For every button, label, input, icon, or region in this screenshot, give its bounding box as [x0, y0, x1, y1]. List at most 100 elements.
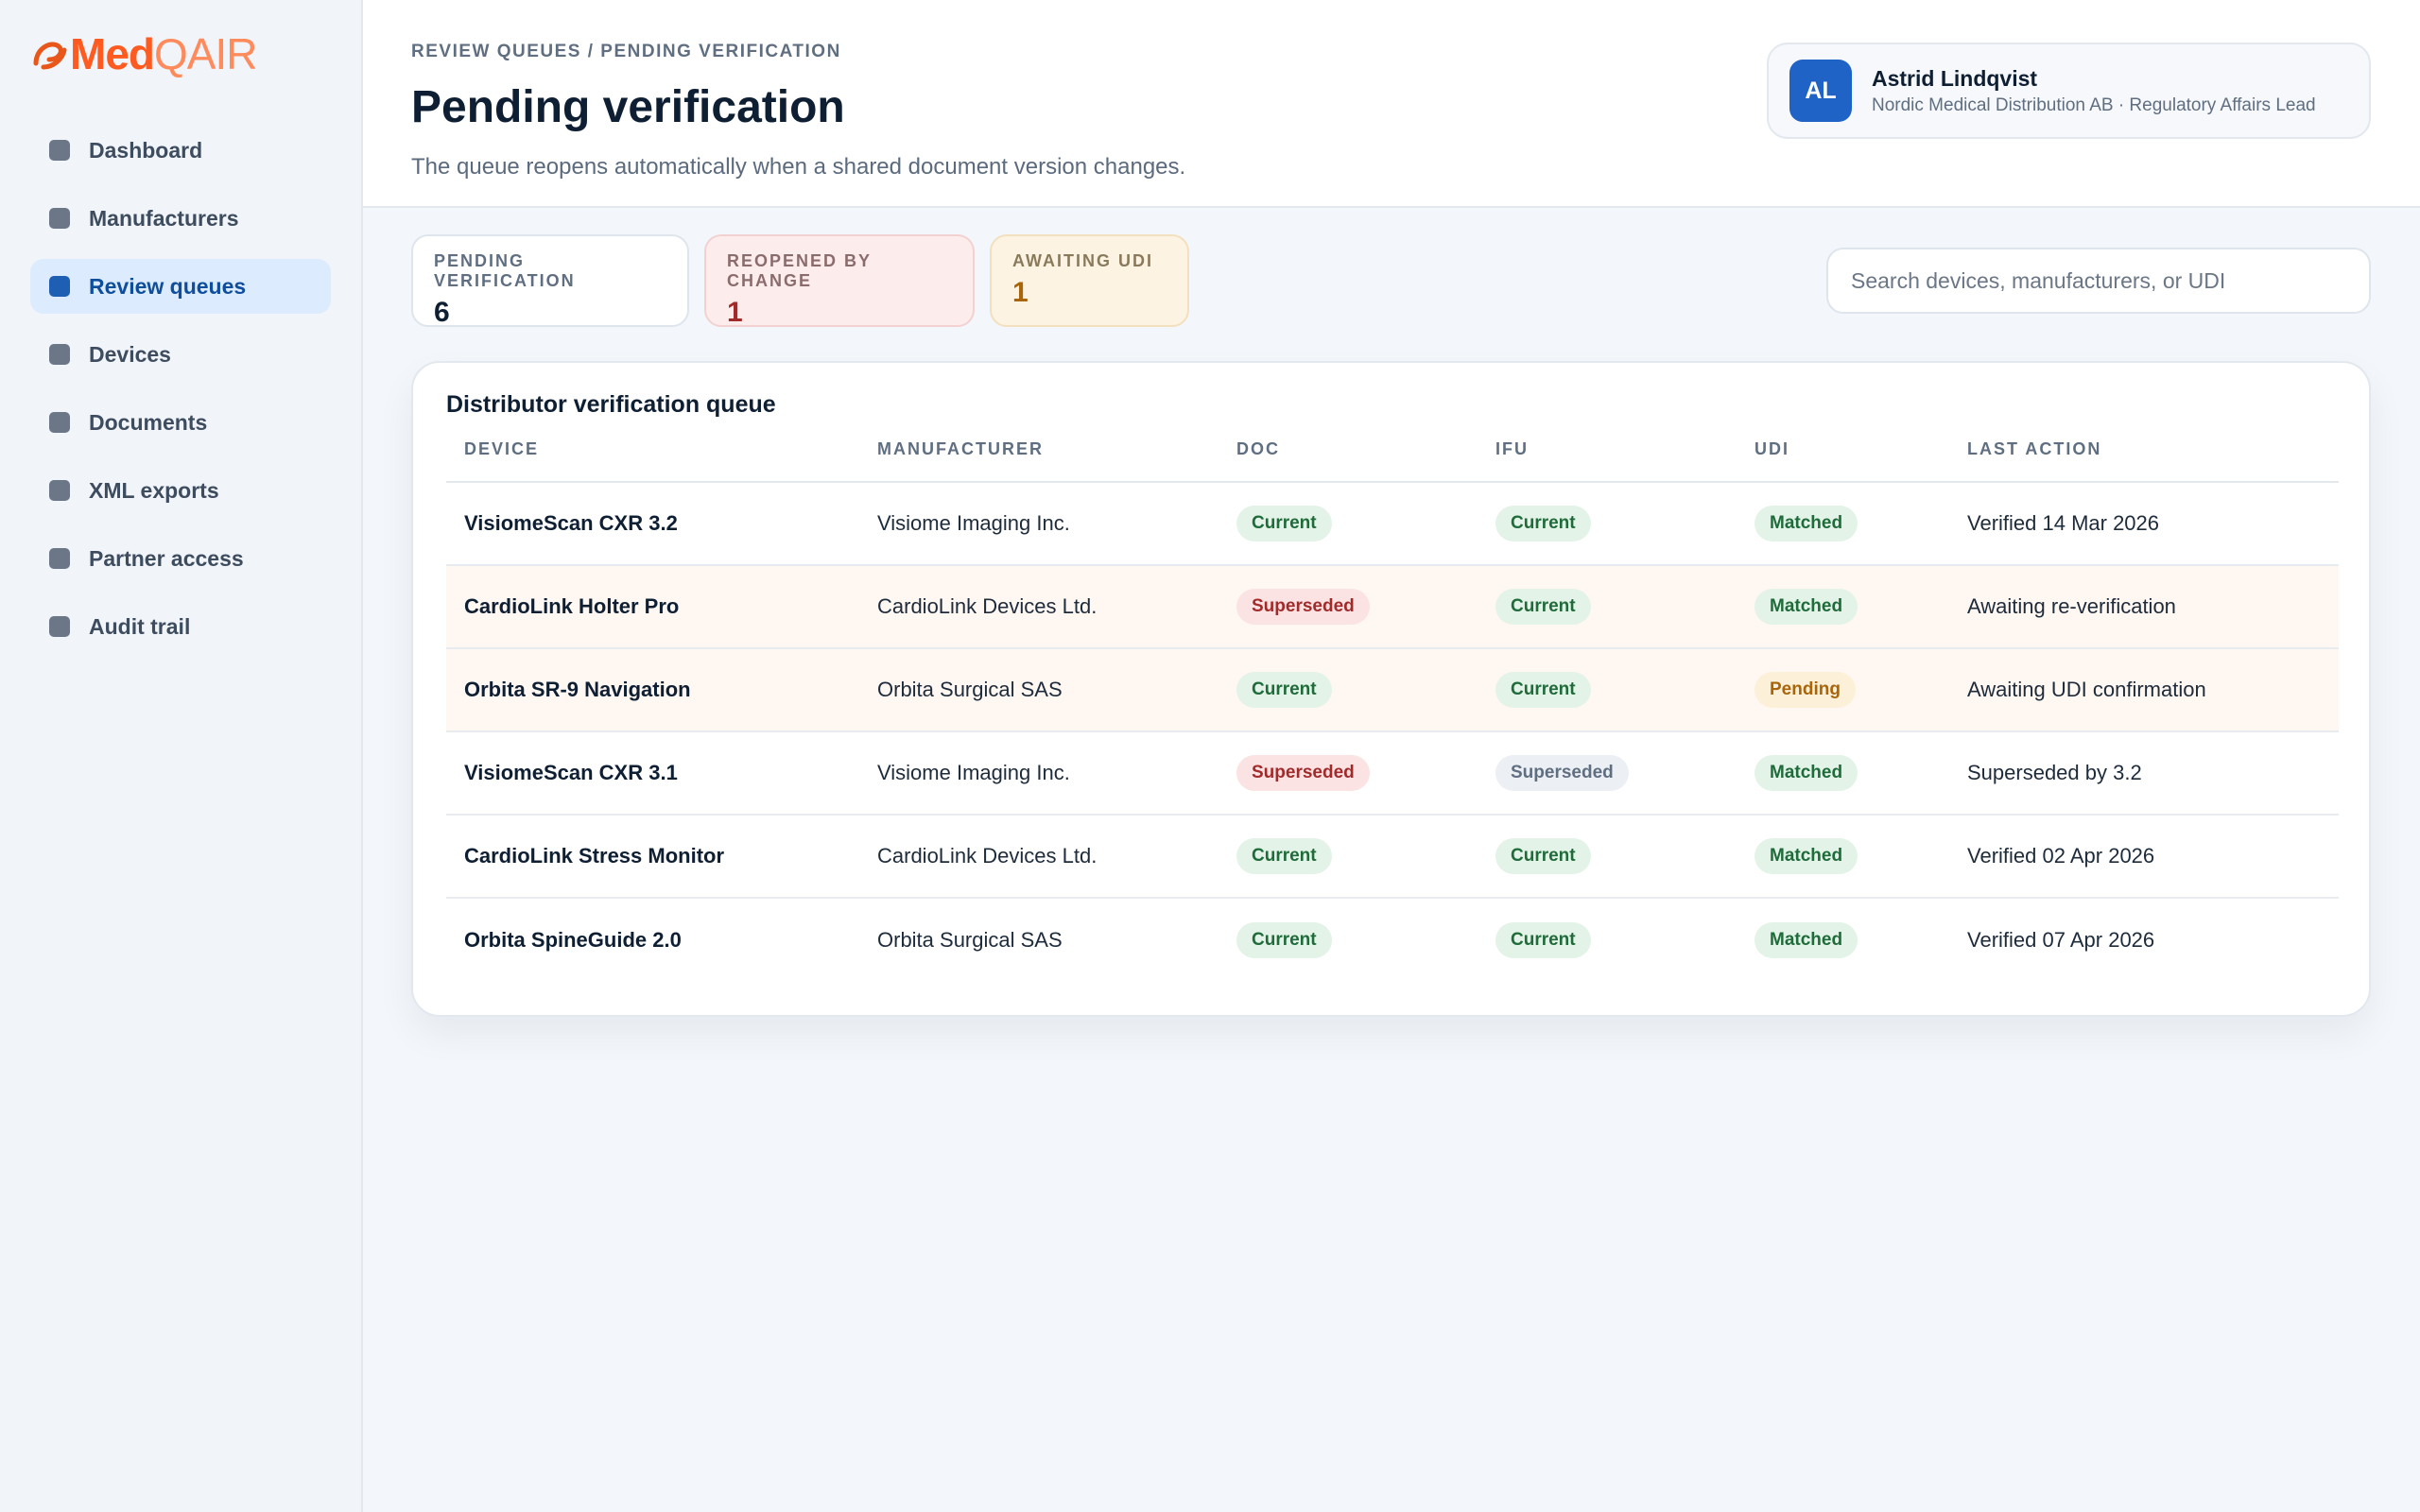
- doc-cell: Current: [1219, 898, 1478, 981]
- doc-cell: Current: [1219, 648, 1478, 732]
- user-name: Astrid Lindqvist: [1872, 65, 2038, 91]
- sidebar-item-label: Manufacturers: [89, 205, 239, 231]
- udi-status-badge: Matched: [1754, 506, 1858, 541]
- doc-status-badge: Superseded: [1236, 589, 1370, 625]
- last-action-cell: Verified 14 Mar 2026: [1949, 482, 2339, 566]
- udi-cell: Matched: [1737, 731, 1949, 816]
- ifu-status-badge: Current: [1495, 506, 1591, 541]
- ifu-cell: Current: [1478, 815, 1737, 899]
- ifu-status-badge: Superseded: [1495, 755, 1629, 791]
- content-area: PENDING VERIFICATION 6 REOPENED BY CHANG…: [363, 208, 2420, 1017]
- stat-value: 1: [1012, 277, 1028, 308]
- doc-cell: Current: [1219, 482, 1478, 566]
- doc-status-badge: Current: [1236, 838, 1332, 874]
- stat-label: PENDING VERIFICATION: [434, 251, 576, 290]
- device-cell: VisiomeScan CXR 3.2: [446, 482, 859, 566]
- stat-value: 1: [727, 297, 743, 328]
- user-org: Nordic Medical Distribution AB · Regulat…: [1872, 94, 2316, 115]
- sidebar-item-dashboard[interactable]: Dashboard: [30, 123, 331, 178]
- review-queues-icon: [49, 276, 70, 297]
- udi-status-badge: Matched: [1754, 921, 1858, 958]
- udi-status-badge: Matched: [1754, 589, 1858, 625]
- documents-icon: [49, 412, 70, 433]
- search-input[interactable]: [1826, 248, 2371, 314]
- table-row[interactable]: Orbita SR-9 Navigation Orbita Surgical S…: [446, 648, 2339, 732]
- ifu-cell: Current: [1478, 648, 1737, 732]
- avatar: AL: [1789, 60, 1852, 122]
- udi-cell: Matched: [1737, 482, 1949, 566]
- sidebar-item-label: Dashboard: [89, 137, 203, 163]
- device-cell: VisiomeScan CXR 3.1: [446, 731, 859, 816]
- audit-trail-icon: [49, 616, 70, 637]
- last-action-cell: Awaiting re-verification: [1949, 565, 2339, 649]
- sidebar-item-review-queues[interactable]: Review queues: [30, 259, 331, 314]
- stat-pending-verification[interactable]: PENDING VERIFICATION 6: [411, 234, 689, 328]
- sidebar-item-label: XML exports: [89, 477, 219, 503]
- last-action-cell: Superseded by 3.2: [1949, 731, 2339, 816]
- stat-label: AWAITING UDI: [1012, 251, 1153, 270]
- column-header-manufacturer[interactable]: MANUFACTURER: [859, 439, 1219, 483]
- sidebar-item-label: Partner access: [89, 545, 244, 571]
- ifu-cell: Current: [1478, 482, 1737, 566]
- udi-status-badge: Matched: [1754, 755, 1858, 791]
- sidebar-item-manufacturers[interactable]: Manufacturers: [30, 191, 331, 246]
- table-row[interactable]: VisiomeScan CXR 3.1 Visiome Imaging Inc.…: [446, 731, 2339, 816]
- manufacturer-cell: Orbita Surgical SAS: [859, 648, 1219, 732]
- stat-awaiting-udi[interactable]: AWAITING UDI 1: [990, 234, 1189, 327]
- table-header-row: DEVICE MANUFACTURER DOC IFU UDI LAST ACT…: [446, 439, 2339, 483]
- last-action-cell: Awaiting UDI confirmation: [1949, 648, 2339, 732]
- stats-row: PENDING VERIFICATION 6 REOPENED BY CHANG…: [411, 234, 2371, 328]
- column-header-device[interactable]: DEVICE: [446, 439, 859, 483]
- brand-name-qair: QAIR: [154, 29, 257, 78]
- user-card[interactable]: AL Astrid Lindqvist Nordic Medical Distr…: [1767, 43, 2371, 139]
- sidebar-nav: Dashboard Manufacturers Review queues De…: [30, 123, 331, 654]
- doc-cell: Superseded: [1219, 731, 1478, 816]
- table-row[interactable]: CardioLink Holter Pro CardioLink Devices…: [446, 565, 2339, 649]
- ifu-status-badge: Current: [1495, 921, 1591, 958]
- ifu-cell: Current: [1478, 565, 1737, 649]
- doc-status-badge: Current: [1236, 672, 1332, 708]
- brand-logo[interactable]: Med QAIR: [30, 29, 331, 78]
- udi-status-badge: Matched: [1754, 838, 1858, 874]
- udi-cell: Pending: [1737, 648, 1949, 732]
- sidebar-item-devices[interactable]: Devices: [30, 327, 331, 382]
- sidebar-item-xml-exports[interactable]: XML exports: [30, 463, 331, 518]
- device-cell: CardioLink Holter Pro: [446, 565, 859, 649]
- column-header-doc[interactable]: DOC: [1219, 439, 1478, 483]
- sidebar-item-partner-access[interactable]: Partner access: [30, 531, 331, 586]
- table-row[interactable]: CardioLink Stress Monitor CardioLink Dev…: [446, 815, 2339, 899]
- udi-cell: Matched: [1737, 898, 1949, 981]
- logo-mark-icon: [33, 42, 67, 70]
- sidebar-item-label: Documents: [89, 409, 208, 435]
- stat-value: 6: [434, 297, 450, 328]
- manufacturer-cell: CardioLink Devices Ltd.: [859, 815, 1219, 899]
- panel-title: Distributor verification queue: [446, 391, 776, 418]
- dashboard-icon: [49, 140, 70, 161]
- udi-cell: Matched: [1737, 565, 1949, 649]
- sidebar-item-audit-trail[interactable]: Audit trail: [30, 599, 331, 654]
- column-header-ifu[interactable]: IFU: [1478, 439, 1737, 483]
- devices-icon: [49, 344, 70, 365]
- manufacturer-cell: Visiome Imaging Inc.: [859, 731, 1219, 816]
- sidebar-item-label: Devices: [89, 341, 171, 367]
- sidebar-item-label: Audit trail: [89, 613, 191, 639]
- stat-reopened-by-change[interactable]: REOPENED BY CHANGE 1: [704, 234, 975, 328]
- table-row[interactable]: Orbita SpineGuide 2.0 Orbita Surgical SA…: [446, 898, 2339, 981]
- table-row[interactable]: VisiomeScan CXR 3.2 Visiome Imaging Inc.…: [446, 482, 2339, 566]
- column-header-last-action[interactable]: LAST ACTION: [1949, 439, 2339, 483]
- sidebar-item-documents[interactable]: Documents: [30, 395, 331, 450]
- doc-cell: Superseded: [1219, 565, 1478, 649]
- verification-queue-panel: Distributor verification queue DEVICE MA…: [411, 361, 2371, 1017]
- column-header-udi[interactable]: UDI: [1737, 439, 1949, 483]
- udi-status-badge: Pending: [1754, 672, 1856, 708]
- brand-name-med: Med: [70, 29, 155, 78]
- manufacturer-cell: Visiome Imaging Inc.: [859, 482, 1219, 566]
- doc-status-badge: Current: [1236, 506, 1332, 541]
- manufacturer-cell: CardioLink Devices Ltd.: [859, 565, 1219, 649]
- manufacturer-cell: Orbita Surgical SAS: [877, 927, 1063, 952]
- stat-label: REOPENED BY CHANGE: [727, 251, 872, 290]
- doc-cell: Current: [1219, 815, 1478, 899]
- manufacturers-icon: [49, 208, 70, 229]
- device-cell: Orbita SR-9 Navigation: [446, 648, 859, 732]
- device-cell: Orbita SpineGuide 2.0: [464, 927, 682, 952]
